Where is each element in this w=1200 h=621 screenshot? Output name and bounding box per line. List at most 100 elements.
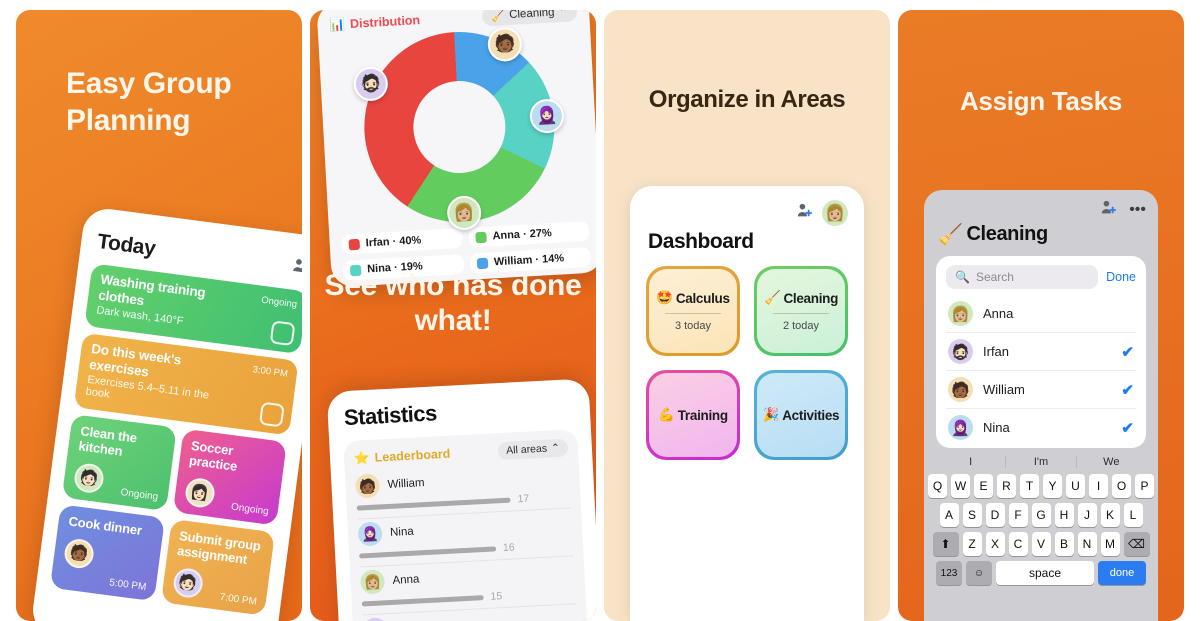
- area-label: Training: [677, 407, 728, 423]
- key-u[interactable]: U: [1066, 474, 1085, 498]
- key-q[interactable]: Q: [928, 474, 947, 498]
- ellipsis-icon[interactable]: •••: [1129, 202, 1146, 218]
- task-checkbox[interactable]: [269, 320, 296, 347]
- person-row[interactable]: 🧑🏾 William ✔: [946, 371, 1136, 409]
- broom-icon: 🧹: [490, 10, 506, 24]
- area-label: Activities: [782, 407, 840, 423]
- key-s[interactable]: S: [962, 503, 982, 527]
- prediction-item[interactable]: I: [936, 456, 1007, 468]
- key-k[interactable]: K: [1100, 503, 1120, 527]
- add-person-icon[interactable]: [1100, 200, 1117, 220]
- area-tile[interactable]: 🤩 Calculus 3 today: [646, 266, 740, 356]
- prediction-item[interactable]: We: [1077, 456, 1146, 468]
- area-tile[interactable]: 🎉 Activities: [754, 370, 848, 460]
- task-meta: 7:00 PM: [219, 591, 258, 608]
- key-e[interactable]: E: [974, 474, 993, 498]
- key-t[interactable]: T: [1020, 474, 1039, 498]
- key-h[interactable]: H: [1054, 503, 1074, 527]
- area-emoji-icon: 💪: [658, 407, 675, 422]
- key-r[interactable]: R: [997, 474, 1016, 498]
- person-row[interactable]: 🧕🏻 Nina ✔: [946, 409, 1136, 446]
- done-button[interactable]: Done: [1106, 270, 1136, 284]
- task-tile-grid: Clean the kitchen 🧑🏻 Ongoing Soccer prac…: [49, 414, 288, 616]
- avatar: 🧔🏻: [948, 339, 973, 364]
- leaderboard-name: Anna: [392, 573, 420, 587]
- broom-icon: 🧹: [938, 224, 963, 246]
- person-name: Irfan: [983, 344, 1010, 359]
- screen-title-group: 🧹 Cleaning: [938, 222, 1146, 247]
- screen-title: Cleaning: [966, 223, 1049, 245]
- return-key[interactable]: done: [1098, 561, 1146, 585]
- task-tile[interactable]: Soccer practice 👩🏻 Ongoing: [172, 428, 287, 526]
- key-x[interactable]: X: [985, 532, 1005, 556]
- person-row[interactable]: 🧔🏻 Irfan ✔: [946, 333, 1136, 371]
- area-name-group: 💪 Training: [658, 407, 728, 423]
- leaderboard-panel: ⭐ Leaderboard All areas ⌃ 🧑🏾 William 17 🧕…: [343, 429, 589, 621]
- prediction-item[interactable]: I'm: [1006, 456, 1077, 468]
- key-g[interactable]: G: [1031, 503, 1051, 527]
- areas-filter-dropdown[interactable]: All areas ⌃: [497, 438, 569, 461]
- shift-icon[interactable]: ⬆: [932, 532, 959, 556]
- key-p[interactable]: P: [1135, 474, 1154, 498]
- areas-filter-label: All areas: [505, 442, 548, 457]
- key-b[interactable]: B: [1054, 532, 1074, 556]
- task-tile[interactable]: Clean the kitchen 🧑🏻 Ongoing: [61, 414, 177, 511]
- search-input[interactable]: 🔍 Search: [946, 265, 1099, 289]
- backspace-icon[interactable]: ⌫: [1123, 532, 1150, 556]
- task-title: Clean the kitchen: [77, 423, 138, 459]
- task-tile[interactable]: Cook dinner 🧑🏾 5:00 PM: [49, 504, 165, 602]
- key-o[interactable]: O: [1112, 474, 1131, 498]
- key-z[interactable]: Z: [962, 532, 982, 556]
- numbers-key[interactable]: 123: [936, 561, 962, 585]
- area-filter-dropdown[interactable]: 🧹 Cleaning ⌃: [481, 10, 578, 27]
- key-j[interactable]: J: [1077, 503, 1097, 527]
- area-label: Calculus: [675, 290, 730, 306]
- key-v[interactable]: V: [1031, 532, 1051, 556]
- divider: [773, 313, 829, 314]
- areas-grid: 🤩 Calculus 3 today 🧹 Cleaning 2 today 💪 Tra…: [646, 266, 848, 460]
- legend-label: William · 14%: [493, 252, 565, 269]
- distribution-donut-chart: 🧑🏾 🧕🏻 👩🏼 🧔🏻: [352, 26, 565, 231]
- search-icon: 🔍: [955, 270, 970, 284]
- avatar[interactable]: 👩🏼: [822, 200, 848, 226]
- panel-see-who-has-done-what: 📊 Distribution 🧹 Cleaning ⌃ 🧑🏾 🧕🏻 👩🏼 🧔🏻 …: [310, 10, 596, 621]
- area-count: 2 today: [782, 320, 820, 332]
- avatar: 🧑🏻: [171, 566, 204, 600]
- key-n[interactable]: N: [1077, 532, 1097, 556]
- key-a[interactable]: A: [939, 503, 959, 527]
- space-key[interactable]: space: [996, 561, 1094, 585]
- assign-phone-screen: ••• 🧹 Cleaning 🔍 Search Done 👩🏼 Anna 🧔🏻 …: [924, 190, 1158, 621]
- key-y[interactable]: Y: [1043, 474, 1062, 498]
- panel-assign-tasks: Assign Tasks ••• 🧹 Cleaning 🔍 Search Don…: [898, 10, 1184, 621]
- key-l[interactable]: L: [1123, 503, 1143, 527]
- panel3-headline: Organize in Areas: [648, 86, 846, 113]
- leaderboard-bar: [356, 497, 511, 511]
- add-person-icon[interactable]: [290, 257, 302, 279]
- emoji-icon[interactable]: ☺: [966, 561, 992, 585]
- add-person-icon[interactable]: [796, 203, 813, 223]
- panel2-headline: See who has done what!: [324, 269, 582, 338]
- task-title: Submit group assignment: [176, 527, 262, 567]
- panel-easy-group-planning: Easy Group Planning Today Washing traini…: [16, 10, 302, 621]
- key-f[interactable]: F: [1008, 503, 1028, 527]
- task-title: Soccer practice: [188, 437, 239, 474]
- area-name-group: 🎉 Activities: [763, 407, 840, 423]
- key-i[interactable]: I: [1089, 474, 1108, 498]
- leaderboard-value: 15: [490, 590, 503, 603]
- distribution-card: 📊 Distribution 🧹 Cleaning ⌃ 🧑🏾 🧕🏻 👩🏼 🧔🏻 …: [316, 10, 596, 288]
- statistics-card: Statistics ⭐ Leaderboard All areas ⌃ 🧑🏾 W…: [326, 378, 596, 621]
- legend-label: Irfan · 40%: [365, 234, 422, 250]
- key-w[interactable]: W: [951, 474, 970, 498]
- task-checkbox[interactable]: [258, 401, 285, 428]
- person-row[interactable]: 👩🏼 Anna: [946, 295, 1136, 333]
- key-m[interactable]: M: [1100, 532, 1120, 556]
- dashboard-title: Dashboard: [648, 230, 754, 253]
- keyboard-row-4: 123 ☺ space done: [936, 561, 1146, 585]
- avatar: 🧑🏾: [354, 473, 381, 499]
- area-tile[interactable]: 💪 Training: [646, 370, 740, 460]
- area-tile[interactable]: 🧹 Cleaning 2 today: [754, 266, 848, 356]
- checkmark-icon: ✔: [1121, 343, 1134, 361]
- key-d[interactable]: D: [985, 503, 1005, 527]
- task-tile[interactable]: Submit group assignment 🧑🏻 7:00 PM: [160, 518, 276, 616]
- key-c[interactable]: C: [1008, 532, 1028, 556]
